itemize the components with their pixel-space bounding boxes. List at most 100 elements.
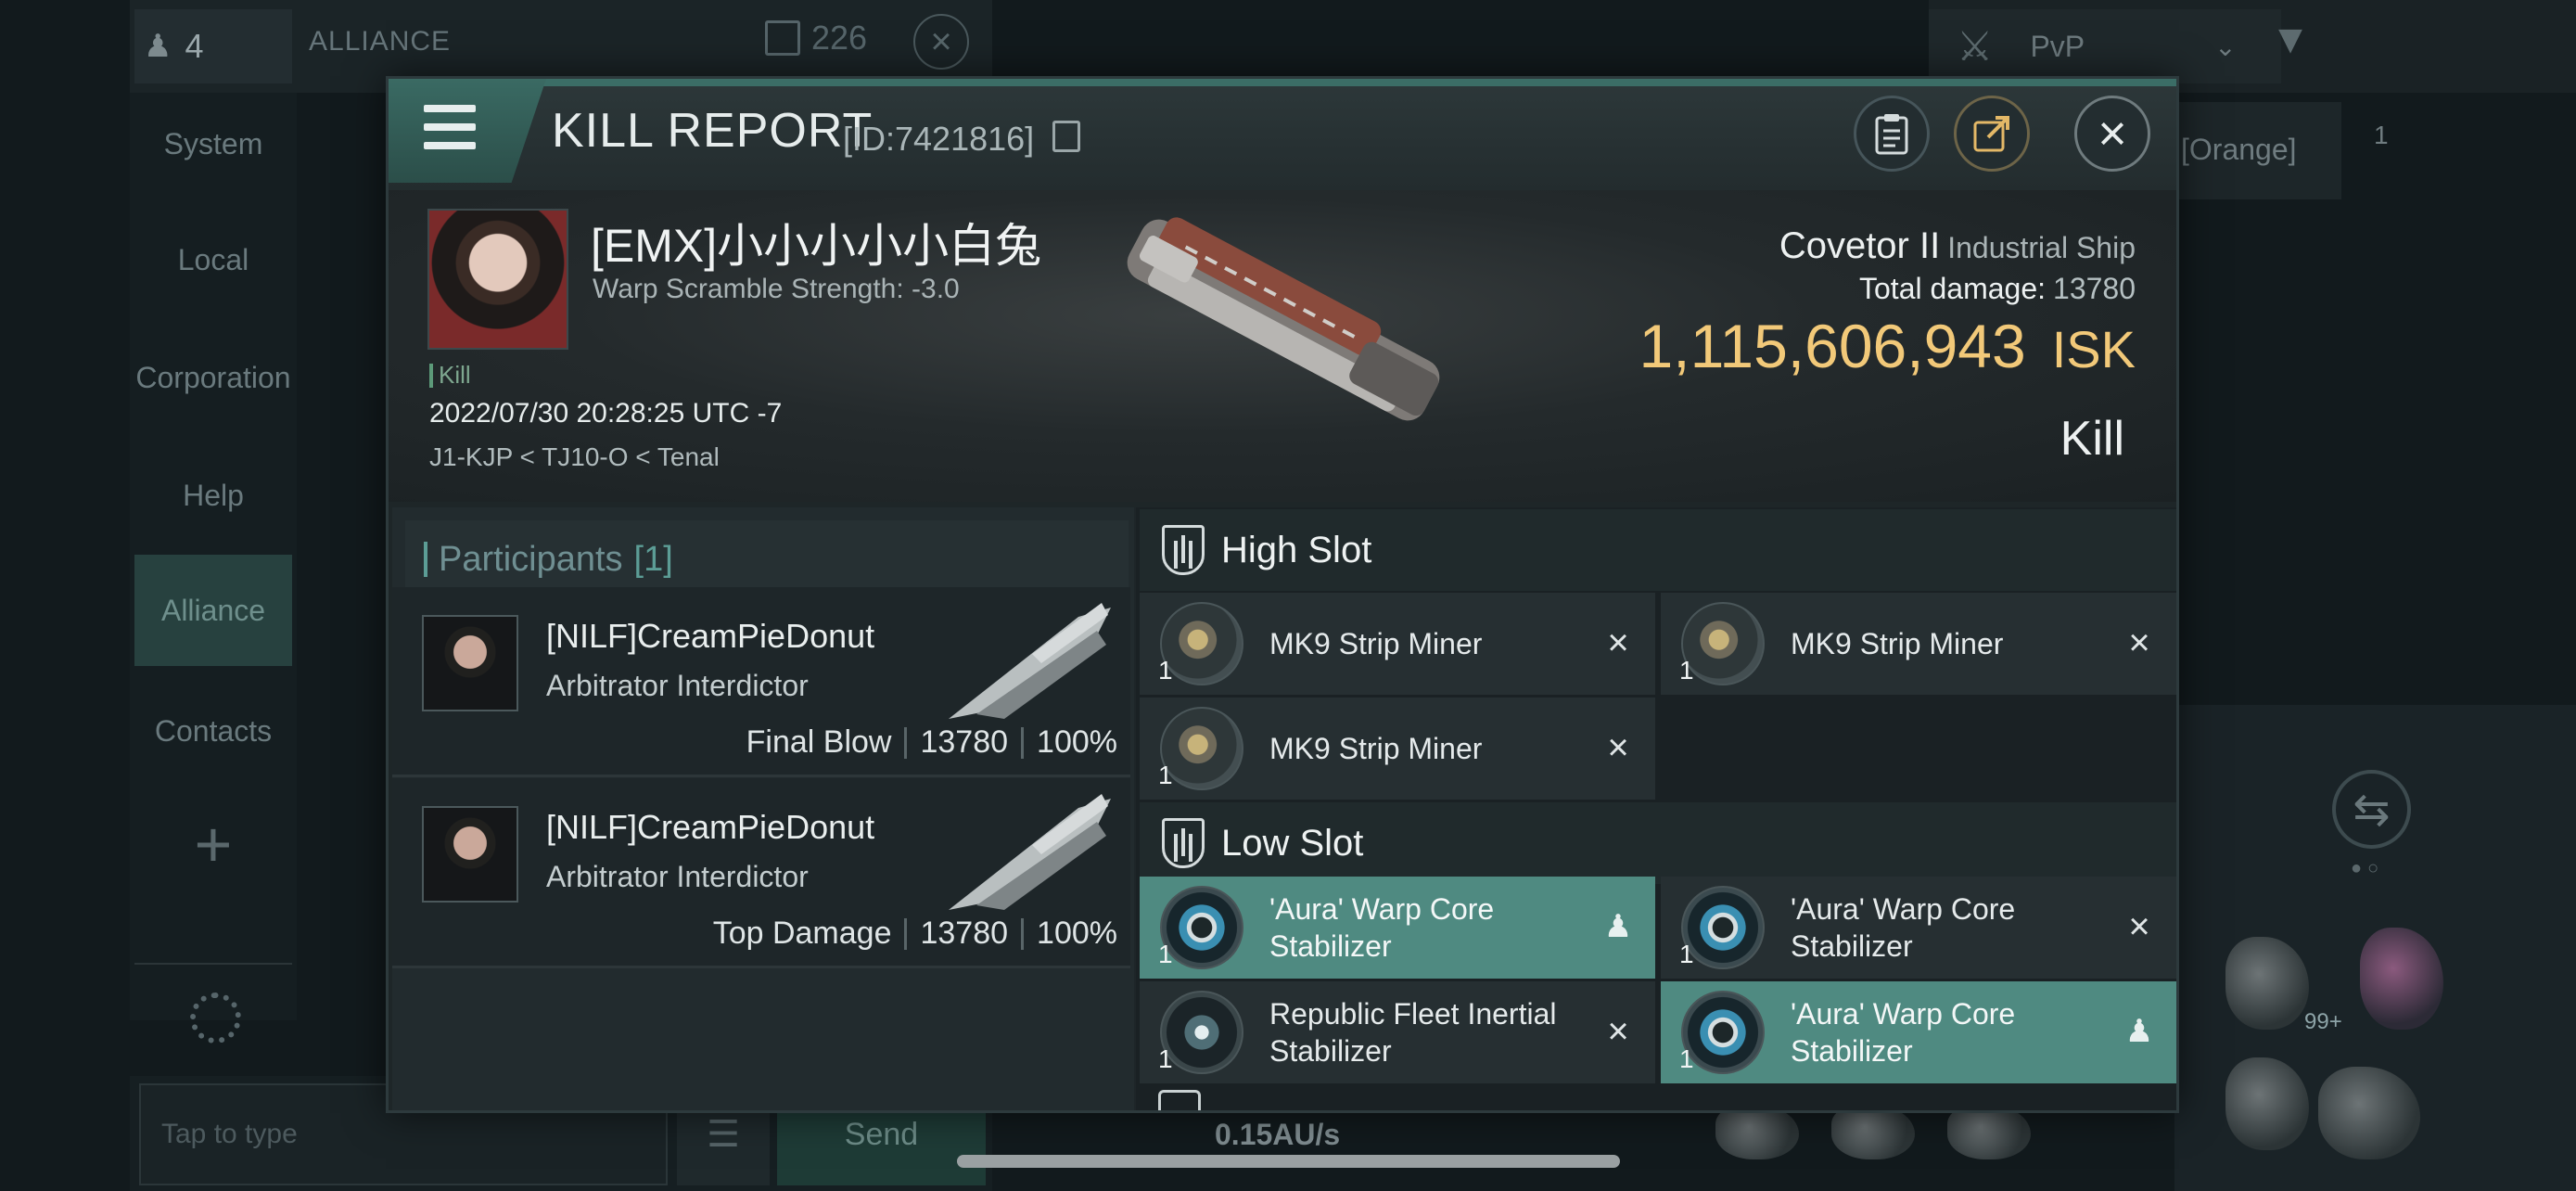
module-name: MK9 Strip Miner <box>1269 627 1483 660</box>
small-count: 1 <box>2374 121 2389 149</box>
module-low-4[interactable]: 1 'Aura' Warp Core Stabilizer ♟ <box>1661 981 2176 1083</box>
ship-render-image[interactable] <box>1089 213 1478 427</box>
dropped-person-icon: ♟ <box>2124 1014 2154 1049</box>
module-qty: 1 <box>1158 656 1173 685</box>
kill-timestamp: 2022/07/30 20:28:25 UTC -7 <box>429 398 783 429</box>
stat-divider <box>1021 726 1025 759</box>
share-button[interactable] <box>1954 96 2030 172</box>
member-count-box[interactable]: ♟ 4 <box>134 9 292 83</box>
channel-label: ALLIANCE <box>309 26 452 57</box>
module-name: MK9 Strip Miner <box>1791 627 2004 660</box>
participant-row[interactable]: [NILF]CreamPieDonut Arbitrator Interdict… <box>392 587 1130 777</box>
sidebar-item-local[interactable]: Local <box>134 204 292 315</box>
filter-icon[interactable]: ▼ <box>2263 17 2318 72</box>
clipboard-button[interactable] <box>1854 96 1930 172</box>
kill-result: Kill <box>2060 412 2124 466</box>
chevron-down-icon: ⌄ <box>2214 32 2237 61</box>
participant-stats: Top Damage 13780 100% <box>712 916 1117 951</box>
isk-value: 1,115,606,943 ISK <box>1639 312 2136 380</box>
copy-icon[interactable] <box>1052 121 1080 152</box>
chat-bubble-icon <box>765 20 800 56</box>
module-name: MK9 Strip Miner <box>1269 732 1483 765</box>
destroyed-x-icon: × <box>2128 906 2150 947</box>
next-slot-icon <box>1158 1090 1201 1110</box>
crossed-swords-icon: ⚔ <box>1957 23 1994 70</box>
settings-gear-icon[interactable] <box>190 992 241 1044</box>
module-qty: 1 <box>1158 940 1173 968</box>
kill-tag-bar <box>429 363 433 388</box>
victim-name[interactable]: [EMX]小小小小小白兔 <box>591 209 1041 275</box>
hamburger-menu-icon[interactable] <box>424 105 476 149</box>
participant-stats: Final Blow 13780 100% <box>746 724 1117 760</box>
destroyed-x-icon: × <box>1607 1011 1629 1052</box>
participants-title: Participants [1] <box>424 524 673 595</box>
sidebar-divider <box>134 963 292 965</box>
low-slot-icon <box>1162 818 1205 868</box>
person-icon: ♟ <box>144 29 172 64</box>
sidebar-item-help[interactable]: Help <box>134 440 292 551</box>
destroyed-x-icon: × <box>1607 727 1629 768</box>
kill-report-modal: KILL REPORT [ID:7421816] × [EMX]小小小小小白兔 … <box>386 76 2179 1113</box>
orange-label: [Orange] <box>2181 133 2297 166</box>
report-id: [ID:7421816] <box>843 120 1035 158</box>
module-name: 'Aura' Warp Core Stabilizer <box>1269 892 1495 963</box>
sidebar-item-corporation[interactable]: Corporation <box>134 322 292 433</box>
destroyed-x-icon: × <box>2128 622 2150 663</box>
sidebar-item-contacts[interactable]: Contacts <box>134 675 292 787</box>
module-name: Republic Fleet Inertial Stabilizer <box>1269 997 1557 1068</box>
member-count: 4 <box>185 27 204 65</box>
stat-divider <box>1021 917 1025 950</box>
module-high-1[interactable]: 1 MK9 Strip Miner × <box>1140 593 1655 695</box>
modal-title: KILL REPORT <box>552 104 874 158</box>
participant-row[interactable]: [NILF]CreamPieDonut Arbitrator Interdict… <box>392 778 1130 968</box>
module-low-1[interactable]: 1 'Aura' Warp Core Stabilizer ♟ <box>1140 877 1655 979</box>
total-damage: Total damage: 13780 <box>1859 272 2136 305</box>
module-name: 'Aura' Warp Core Stabilizer <box>1791 997 2016 1068</box>
module-qty: 1 <box>1679 1044 1694 1073</box>
participant-ship-image <box>949 603 1111 719</box>
module-qty: 1 <box>1679 940 1694 968</box>
add-channel-icon[interactable]: + <box>185 812 241 877</box>
stat-divider <box>904 726 908 759</box>
module-qty: 1 <box>1158 1044 1173 1073</box>
module-qty: 1 <box>1158 761 1173 789</box>
speed-readout: 0.15AU/s <box>1215 1118 1341 1151</box>
close-button[interactable]: × <box>2074 96 2150 172</box>
module-low-2[interactable]: 1 'Aura' Warp Core Stabilizer × <box>1661 877 2176 979</box>
victim-portrait[interactable] <box>427 209 568 350</box>
clipboard-icon <box>1875 114 1908 155</box>
ship-name[interactable]: Covetor II Industrial Ship <box>1779 225 2136 267</box>
chat-close-icon[interactable]: × <box>913 14 969 70</box>
count-badge: 99+ <box>2304 1009 2342 1034</box>
ship-class: Industrial Ship <box>1947 231 2136 264</box>
warp-scramble-strength: Warp Scramble Strength: -3.0 <box>593 274 960 304</box>
module-qty: 1 <box>1679 656 1694 685</box>
module-low-3[interactable]: 1 Republic Fleet Inertial Stabilizer × <box>1140 981 1655 1083</box>
pvp-dropdown[interactable]: ⚔ PvP ⌄ <box>1929 9 2281 83</box>
module-name: 'Aura' Warp Core Stabilizer <box>1791 892 2016 963</box>
destroyed-x-icon: × <box>1607 622 1629 663</box>
participant-avatar[interactable] <box>422 615 518 711</box>
sidebar-item-system[interactable]: System <box>134 88 292 199</box>
high-slot-icon <box>1162 525 1205 575</box>
stat-divider <box>904 917 908 950</box>
close-icon: × <box>2098 106 2127 161</box>
kill-location[interactable]: J1-KJP < TJ10-O < Tenal <box>429 442 720 472</box>
participants-bar <box>424 542 427 577</box>
sidebar-item-alliance[interactable]: Alliance <box>134 555 292 666</box>
participant-avatar[interactable] <box>422 806 518 903</box>
swap-icon[interactable]: ⇆ <box>2332 770 2411 849</box>
module-high-2[interactable]: 1 MK9 Strip Miner × <box>1661 593 2176 695</box>
dropped-person-icon: ♟ <box>1603 909 1633 944</box>
kill-tag: Kill <box>429 361 471 390</box>
module-high-3[interactable]: 1 MK9 Strip Miner × <box>1140 698 1655 800</box>
home-indicator[interactable] <box>957 1155 1620 1168</box>
page-dots: ●○ <box>2351 858 2385 878</box>
participant-ship-image <box>949 794 1111 910</box>
low-slot-header: Low Slot <box>1140 802 2176 884</box>
participant-name: [NILF]CreamPieDonut <box>546 808 875 846</box>
share-icon <box>1973 116 2009 152</box>
high-slot-header: High Slot <box>1140 509 2176 591</box>
participant-ship: Arbitrator Interdictor <box>546 669 809 702</box>
unread-count[interactable]: 226 <box>765 19 867 58</box>
